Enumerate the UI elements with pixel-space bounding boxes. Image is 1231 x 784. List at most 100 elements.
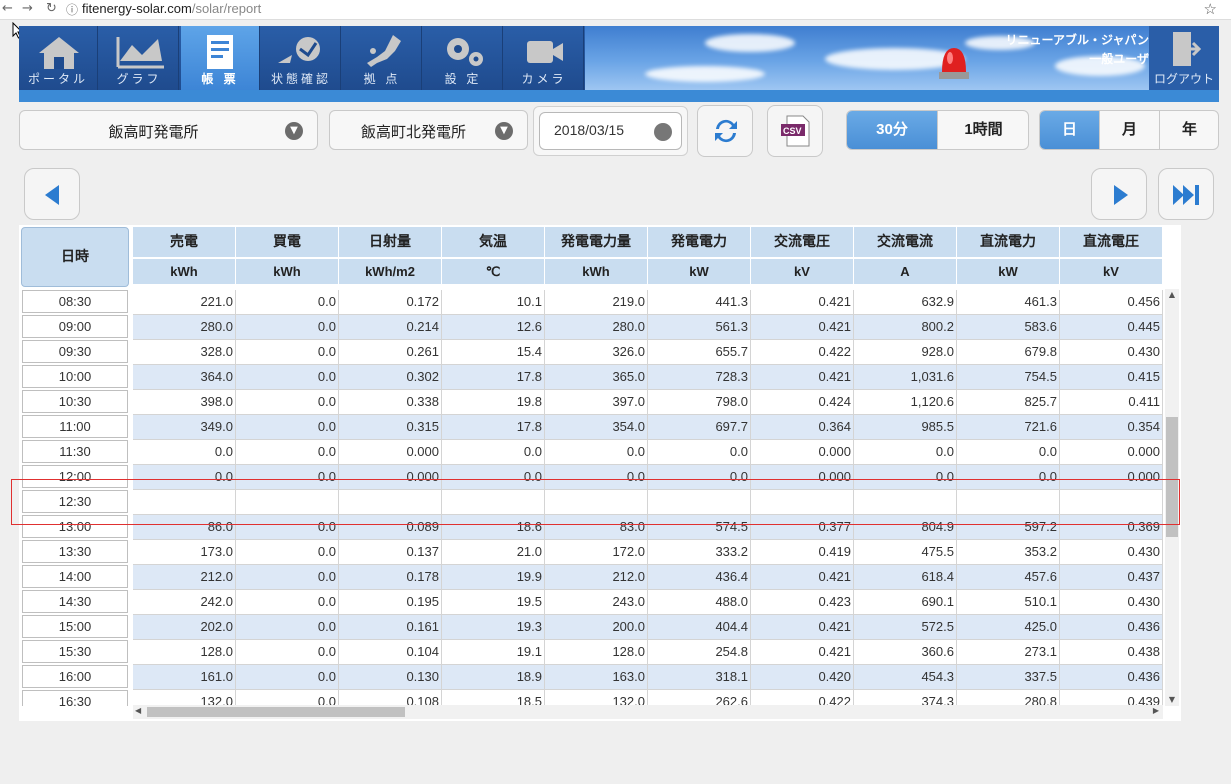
info-icon[interactable]: ⓘ	[66, 1, 78, 18]
chevron-down-icon: ▼	[285, 122, 303, 140]
forward-icon[interactable]: →	[22, 1, 33, 16]
value-cell: 0.436	[1060, 615, 1163, 640]
value-cell: 0.411	[1060, 390, 1163, 415]
value-cell: 132.0	[545, 690, 648, 706]
previous-day-button[interactable]	[24, 168, 80, 220]
value-cell: 572.5	[854, 615, 957, 640]
value-cell: 475.5	[854, 540, 957, 565]
value-cell: 461.3	[957, 290, 1060, 315]
value-cell: 0.364	[751, 415, 854, 440]
value-cell: 354.0	[545, 415, 648, 440]
nav-graph[interactable]: グラフ	[100, 26, 179, 90]
value-cell: 221.0	[133, 290, 236, 315]
date-value[interactable]: 2018/03/15	[554, 122, 624, 138]
refresh-button[interactable]	[697, 105, 753, 157]
scrollbar-thumb[interactable]	[147, 707, 405, 717]
period-year-button[interactable]: 年	[1160, 111, 1218, 149]
alarm-light-icon	[939, 48, 969, 79]
next-day-button[interactable]	[1091, 168, 1147, 220]
scroll-down-icon[interactable]: ▼	[1165, 694, 1179, 706]
nav-portal[interactable]: ポータル	[19, 26, 98, 90]
column-unit: kV	[1060, 258, 1163, 284]
time-cell: 16:30	[22, 690, 128, 706]
value-cell: 19.8	[442, 390, 545, 415]
value-cell: 457.6	[957, 565, 1060, 590]
value-cell: 618.4	[854, 565, 957, 590]
calendar-icon[interactable]	[654, 123, 672, 141]
value-cell: 632.9	[854, 290, 957, 315]
chevron-down-icon: ▼	[495, 122, 513, 140]
value-cell: 280.8	[957, 690, 1060, 706]
value-cell: 0.000	[339, 465, 442, 490]
interval-toggle: 30分 1時間	[846, 110, 1029, 150]
triangle-right-icon	[1114, 185, 1128, 205]
value-cell: 0.430	[1060, 590, 1163, 615]
value-cell	[133, 490, 236, 515]
value-cell: 0.437	[1060, 565, 1163, 590]
date-picker[interactable]: 2018/03/15	[533, 106, 688, 156]
value-cell: 0.421	[751, 640, 854, 665]
triangle-left-icon	[45, 185, 59, 205]
interval-1hour-button[interactable]: 1時間	[938, 111, 1028, 149]
value-cell: 679.8	[957, 340, 1060, 365]
logout-button[interactable]: ログアウト	[1149, 26, 1219, 90]
column-header: 発電電力	[648, 227, 751, 257]
vertical-scrollbar[interactable]: ▲ ▼	[1165, 289, 1179, 706]
value-cell: 0.0	[957, 465, 1060, 490]
value-cell: 0.438	[1060, 640, 1163, 665]
value-cell: 280.0	[133, 315, 236, 340]
nav-sites[interactable]: 拠 点	[343, 26, 422, 90]
nav-status[interactable]: 状態確認	[262, 26, 341, 90]
period-month-button[interactable]: 月	[1100, 111, 1160, 149]
value-cell: 0.0	[648, 465, 751, 490]
bookmark-star-icon[interactable]: ☆	[1204, 0, 1217, 18]
value-cell: 0.0	[236, 365, 339, 390]
value-cell: 15.4	[442, 340, 545, 365]
value-cell: 0.0	[236, 315, 339, 340]
value-cell: 404.4	[648, 615, 751, 640]
value-cell: 0.0	[236, 690, 339, 706]
logout-door-icon	[1173, 32, 1201, 66]
value-cell: 0.430	[1060, 340, 1163, 365]
date-column-header: 日時	[21, 227, 129, 287]
nav-report[interactable]: 帳 票	[181, 26, 260, 90]
url-text[interactable]: fitenergy-solar.com/solar/report	[82, 1, 261, 16]
scroll-up-icon[interactable]: ▲	[1165, 289, 1179, 301]
nav-camera[interactable]: カメラ	[505, 26, 584, 90]
value-cell: 0.0	[957, 440, 1060, 465]
csv-download-button[interactable]: CSV	[767, 105, 823, 157]
value-cell: 0.0	[236, 440, 339, 465]
value-cell: 397.0	[545, 390, 648, 415]
value-cell: 333.2	[648, 540, 751, 565]
table-row: 13:30 173.0 0.0 0.137 21.0 172.0 333.2 0.419 475…	[19, 540, 1181, 565]
scroll-left-icon[interactable]: ◀	[135, 706, 141, 715]
scroll-right-icon[interactable]: ▶	[1153, 706, 1159, 715]
value-cell: 273.1	[957, 640, 1060, 665]
value-cell: 0.137	[339, 540, 442, 565]
column-unit: kWh	[236, 258, 339, 284]
period-day-button[interactable]: 日	[1040, 111, 1100, 149]
scrollbar-thumb[interactable]	[1166, 417, 1178, 537]
value-cell	[442, 490, 545, 515]
column-unit: kW	[648, 258, 751, 284]
value-cell: 561.3	[648, 315, 751, 340]
interval-30min-button[interactable]: 30分	[847, 111, 938, 149]
map-icon	[367, 35, 401, 67]
value-cell: 0.000	[339, 440, 442, 465]
value-cell: 0.0	[236, 515, 339, 540]
last-day-button[interactable]	[1158, 168, 1214, 220]
value-cell: 0.0	[133, 465, 236, 490]
value-cell: 161.0	[133, 665, 236, 690]
plant-group-select[interactable]: 飯高町発電所 ▼	[19, 110, 318, 150]
value-cell: 0.369	[1060, 515, 1163, 540]
value-cell: 398.0	[133, 390, 236, 415]
reload-icon[interactable]: ↻	[46, 1, 57, 16]
table-row: 16:30 132.0 0.0 0.108 18.5 132.0 262.6 0.422 374…	[19, 690, 1181, 706]
value-cell: 0.377	[751, 515, 854, 540]
plant-select[interactable]: 飯高町北発電所 ▼	[329, 110, 528, 150]
value-cell: 18.6	[442, 515, 545, 540]
horizontal-scrollbar[interactable]: ◀ ▶	[133, 705, 1163, 719]
back-icon[interactable]: ←	[2, 1, 13, 16]
nav-settings[interactable]: 設 定	[424, 26, 503, 90]
column-header: 発電電力量	[545, 227, 648, 257]
